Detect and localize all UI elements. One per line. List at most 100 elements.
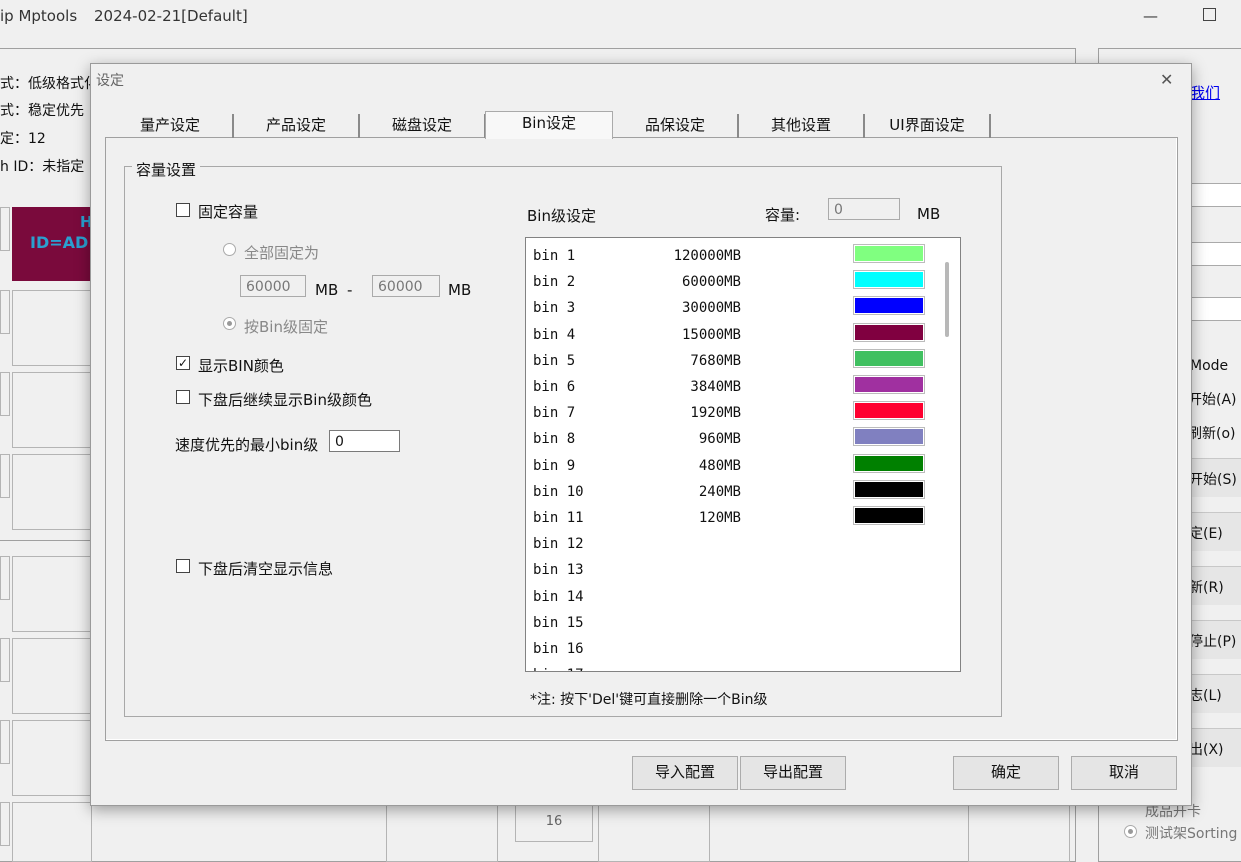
bin-list-scrollbar[interactable] (945, 262, 949, 337)
clear-info-checkbox[interactable] (176, 559, 190, 573)
bin-row[interactable]: bin 4 15000MB (526, 320, 936, 346)
bin-row[interactable]: bin 6 3840MB (526, 372, 936, 398)
bin-row[interactable]: bin 13 (526, 555, 936, 581)
info-line-3: 定：12 (0, 131, 46, 147)
bin-name: bin 3 (533, 300, 576, 317)
bin-row[interactable]: bin 9 480MB (526, 451, 936, 477)
tab-other[interactable]: 其他设置 (739, 114, 865, 138)
bin-setting-label: Bin级设定 (527, 207, 596, 225)
bin-color-swatch[interactable] (853, 506, 925, 525)
bin-row[interactable]: bin 2 60000MB (526, 267, 936, 293)
bin-row[interactable]: bin 8 960MB (526, 424, 936, 450)
show-bin-color-label: 显示BIN颜色 (198, 357, 284, 375)
settings-e-button[interactable]: 定(E) (1187, 512, 1241, 551)
tab-qa[interactable]: 品保设定 (613, 114, 739, 138)
range-max-input[interactable]: 60000 (372, 275, 440, 297)
bin-row[interactable]: bin 5 7680MB (526, 346, 936, 372)
version-info: 2024-02-21[Default] (94, 7, 248, 25)
tab-disk[interactable]: 磁盘设定 (360, 114, 486, 138)
bin-name: bin 15 (533, 614, 584, 631)
show-bin-color-checkbox[interactable]: ✓ (176, 356, 190, 370)
bg-field[interactable] (1187, 242, 1241, 266)
bin-color-swatch[interactable] (853, 296, 925, 316)
bg-field[interactable] (1187, 297, 1241, 321)
bin-color-swatch[interactable] (853, 348, 925, 368)
tab-product[interactable]: 产品设定 (234, 114, 360, 138)
bin-row[interactable]: bin 1 120000MB (526, 241, 936, 267)
exit-x-button[interactable]: 出(X) (1187, 728, 1241, 767)
fixed-capacity-checkbox[interactable] (176, 203, 190, 217)
tab-bin[interactable]: Bin设定 (485, 111, 613, 139)
bin-color-swatch[interactable] (853, 453, 925, 473)
export-config-button[interactable]: 导出配置 (740, 756, 846, 790)
refresh-button[interactable]: 刷新(o) (1188, 423, 1236, 443)
bin-name: bin 2 (533, 274, 576, 291)
bin-name: bin 6 (533, 379, 576, 395)
bin-row[interactable]: bin 11 120MB (526, 503, 936, 529)
import-config-button[interactable]: 导入配置 (632, 756, 738, 790)
maximize-icon[interactable] (1203, 8, 1216, 21)
bin-row[interactable]: bin 3 30000MB (526, 293, 936, 319)
note-text: *注: 按下'Del'键可直接删除一个Bin级 (530, 692, 768, 708)
tab-production[interactable]: 量产设定 (108, 114, 234, 138)
cancel-button[interactable]: 取消 (1071, 756, 1177, 790)
bin-row[interactable]: bin 10 240MB (526, 477, 936, 503)
all-fixed-radio[interactable] (223, 243, 236, 256)
bin-row[interactable]: bin 15 (526, 608, 936, 634)
tab-ui[interactable]: UI界面设定 (865, 114, 991, 138)
min-bin-label: 速度优先的最小bin级 (175, 436, 319, 454)
bin-capacity: 60000MB (681, 274, 741, 291)
bin-row[interactable]: bin 7 1920MB (526, 398, 936, 424)
bin-capacity: 15000MB (681, 326, 741, 343)
capacity-label: 容量: (765, 206, 801, 224)
bg-field[interactable] (1187, 183, 1241, 207)
start-s-button[interactable]: 开始(S) (1187, 458, 1241, 497)
bin-color-swatch[interactable] (853, 244, 925, 263)
bin-row[interactable]: bin 16 (526, 634, 936, 660)
bin-name: bin 7 (533, 405, 576, 422)
capacity-input[interactable]: 0 (828, 198, 900, 220)
by-bin-fixed-radio[interactable] (223, 317, 236, 330)
bin-name: bin 16 (533, 641, 584, 657)
port-box[interactable]: H ID=AD (12, 207, 93, 281)
bin-name: bin 11 (533, 510, 584, 526)
minimize-icon[interactable]: — (1143, 7, 1158, 25)
bin-name: bin 10 (533, 483, 584, 500)
bin-color-swatch[interactable] (853, 322, 925, 342)
bin-color-swatch[interactable] (853, 479, 925, 499)
bin-capacity: 30000MB (681, 300, 741, 317)
bin-color-swatch[interactable] (853, 401, 925, 421)
range-unit-1: MB (315, 281, 339, 299)
contact-link[interactable]: 我们 (1190, 82, 1220, 103)
bin-name: bin 17 (533, 667, 584, 671)
bin-color-swatch[interactable] (853, 375, 925, 394)
keep-bin-color-checkbox[interactable] (176, 390, 190, 404)
bin-row[interactable]: bin 12 (526, 529, 936, 555)
bg-cell (0, 720, 10, 764)
bin-color-swatch[interactable] (853, 427, 925, 447)
bg-divider (0, 540, 92, 541)
refresh-r-button[interactable]: 新(R) (1187, 566, 1241, 605)
min-bin-input[interactable]: 0 (329, 430, 400, 452)
bin-capacity: 3840MB (690, 379, 741, 395)
bin-color-swatch[interactable] (853, 270, 925, 290)
log-l-button[interactable]: 志(L) (1187, 674, 1241, 713)
range-min-input[interactable]: 60000 (240, 275, 306, 297)
start-a-button[interactable]: 开始(A) (1188, 389, 1237, 409)
radio-sorting-icon[interactable] (1124, 825, 1137, 838)
bg-cell (0, 454, 10, 498)
ok-button[interactable]: 确定 (953, 756, 1059, 790)
info-line-1: 式：低级格式化 (0, 76, 98, 92)
close-icon[interactable]: ✕ (1160, 70, 1173, 89)
range-unit-2: MB (448, 281, 472, 299)
range-dash: - (347, 281, 353, 299)
bg-cell (12, 372, 92, 448)
fixed-capacity-label: 固定容量 (198, 203, 259, 221)
stop-p-button[interactable]: 停止(P) (1187, 620, 1241, 659)
port-cell-16[interactable]: 16 (515, 804, 593, 842)
bin-row[interactable]: bin 14 (526, 582, 936, 608)
bin-row[interactable]: bin 17 (526, 660, 936, 671)
bin-capacity: 240MB (698, 483, 741, 500)
bg-cell (0, 290, 10, 334)
bin-list[interactable]: bin 1 120000MB bin 2 60000MB bin 3 30000MB bin… (525, 237, 961, 672)
